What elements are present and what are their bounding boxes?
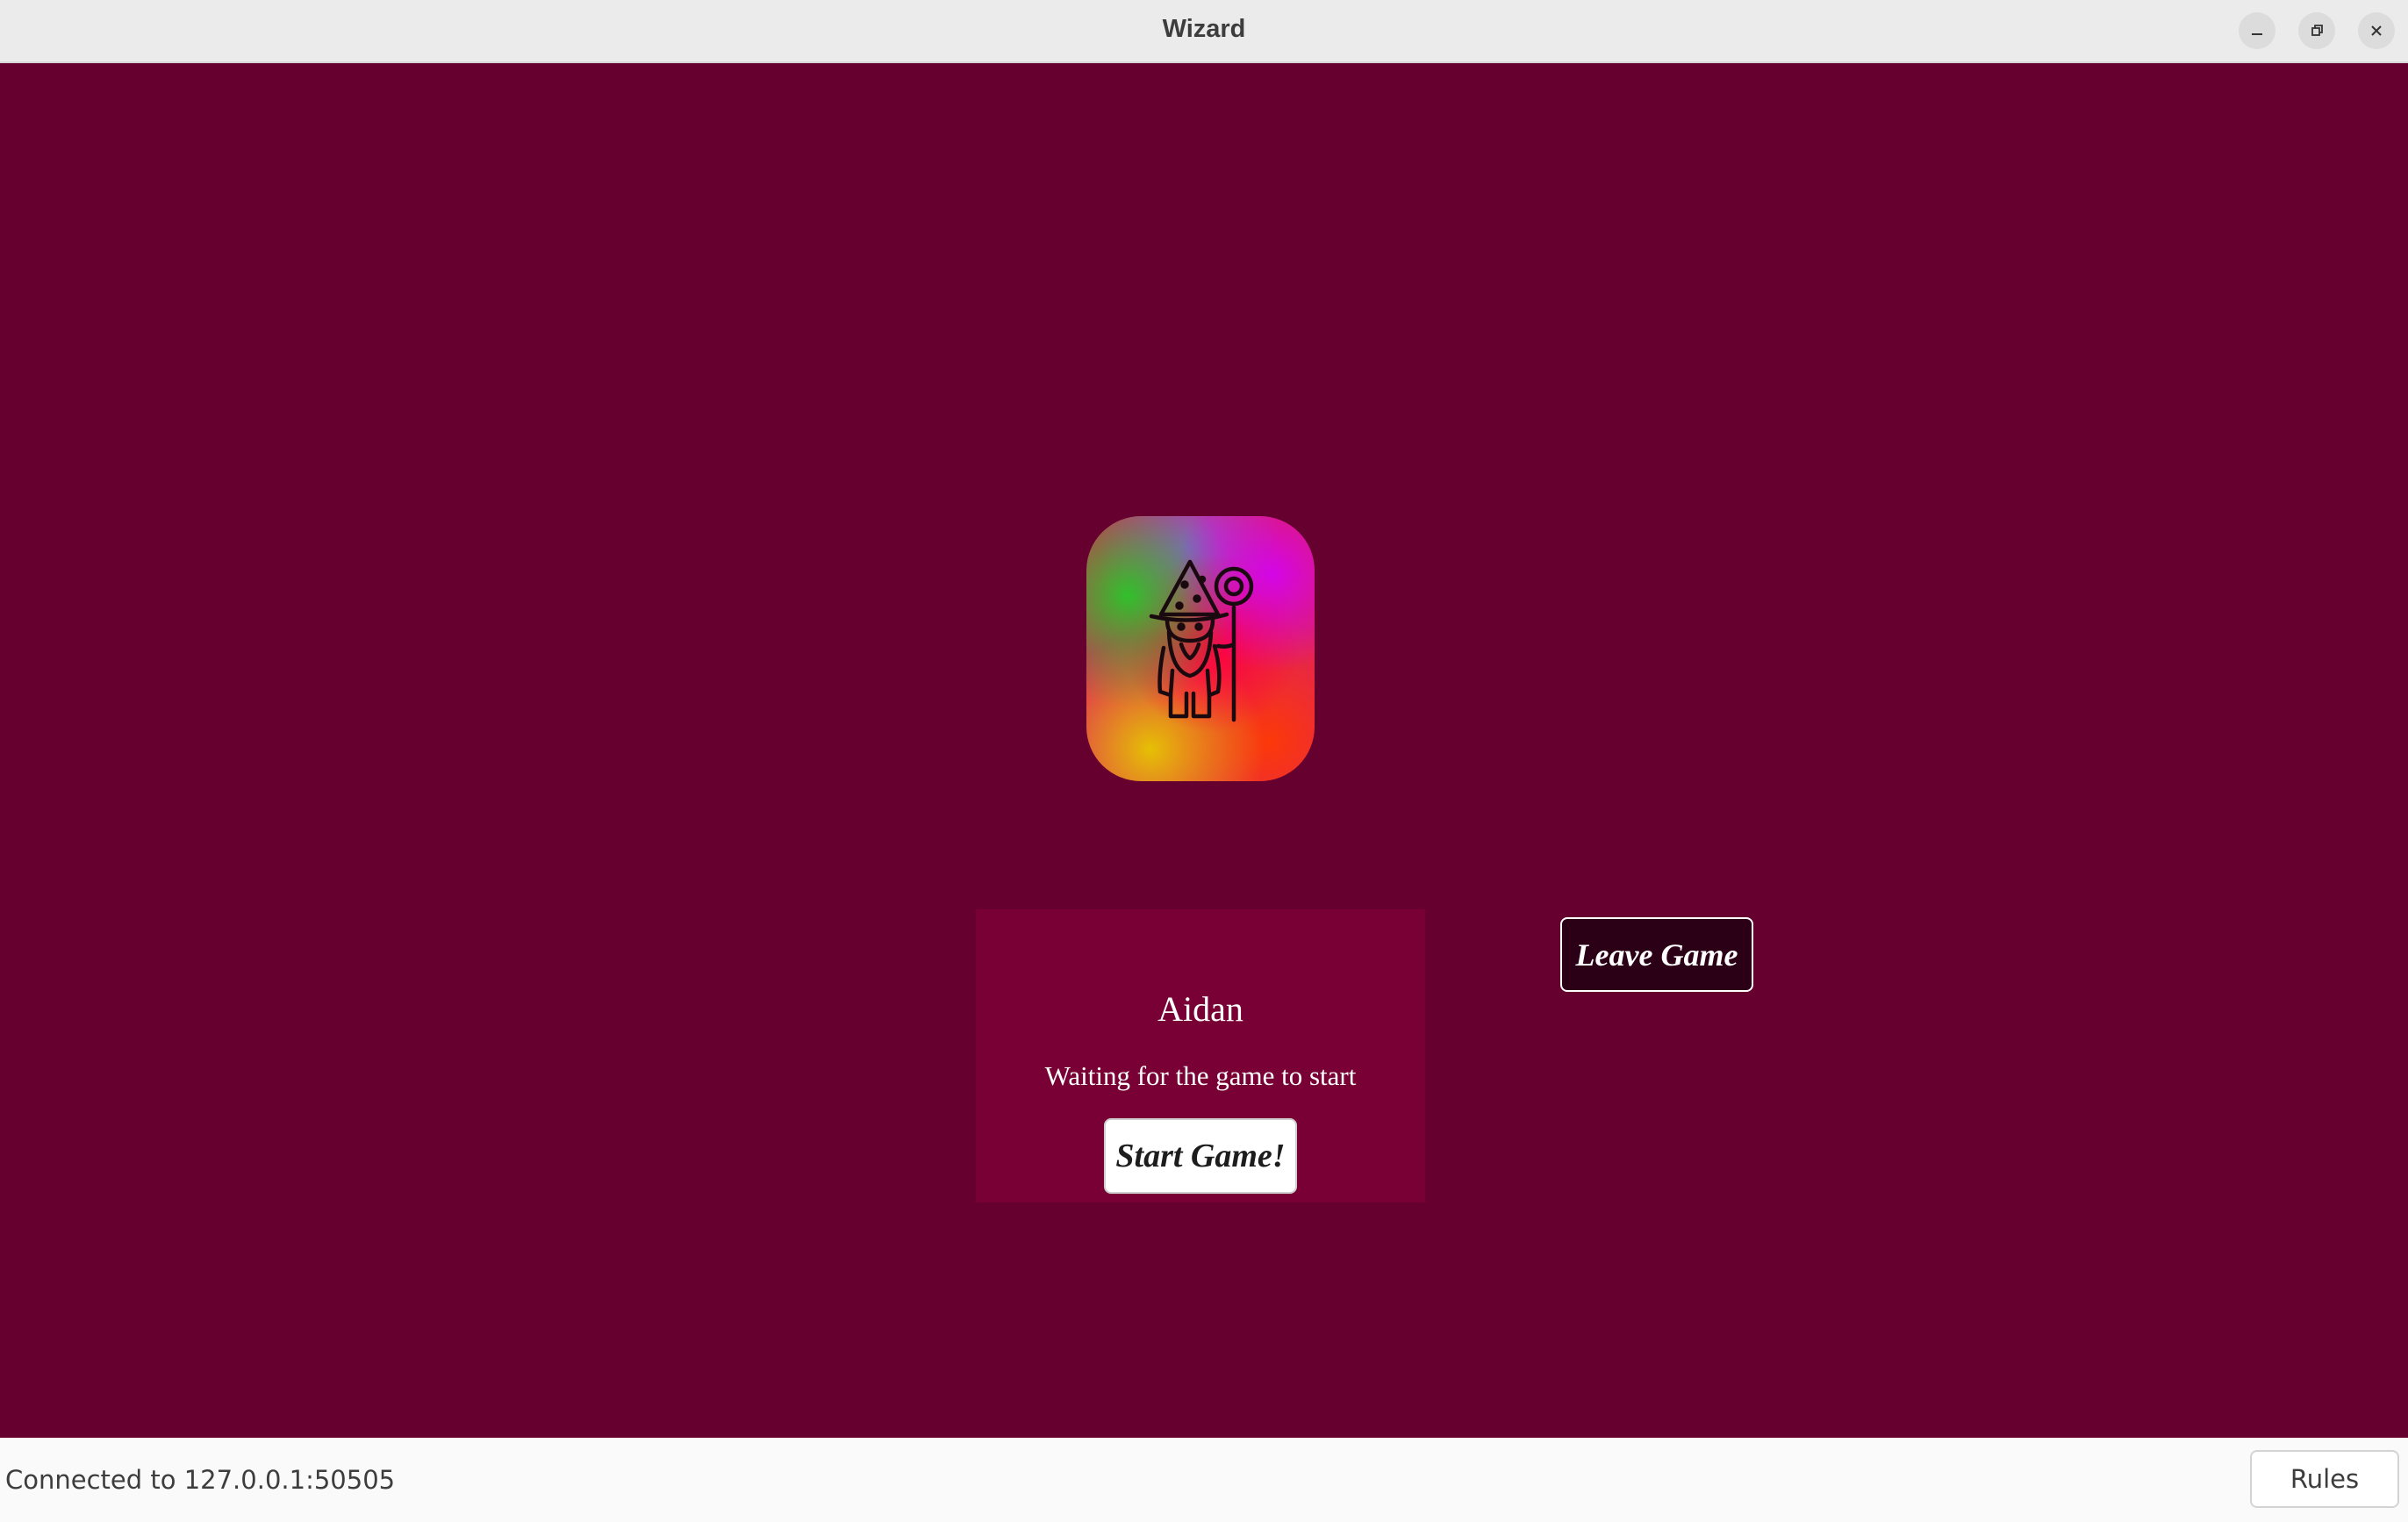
start-game-button[interactable]: Start Game!	[1104, 1118, 1297, 1194]
minimize-icon	[2252, 33, 2262, 35]
minimize-button[interactable]	[2239, 12, 2275, 49]
wizard-icon	[1149, 559, 1254, 722]
status-bar: Connected to 127.0.0.1:50505 Rules	[0, 1438, 2408, 1522]
game-lobby: Aidan Waiting for the game to start Star…	[0, 63, 2408, 1438]
window-titlebar: Wizard	[0, 0, 2408, 63]
maximize-button[interactable]	[2298, 12, 2335, 49]
wizard-logo	[1086, 516, 1315, 781]
player-status: Waiting for the game to start	[1044, 1060, 1357, 1091]
rules-button[interactable]: Rules	[2250, 1450, 2399, 1508]
player-name: Aidan	[1157, 989, 1243, 1029]
close-icon	[2371, 25, 2382, 36]
close-button[interactable]	[2358, 12, 2395, 49]
leave-game-button[interactable]: Leave Game	[1560, 917, 1753, 992]
window-title: Wizard	[1162, 15, 1246, 43]
maximize-icon	[2311, 25, 2323, 36]
connection-status: Connected to 127.0.0.1:50505	[5, 1465, 396, 1495]
player-card: Aidan Waiting for the game to start Star…	[976, 909, 1425, 1203]
